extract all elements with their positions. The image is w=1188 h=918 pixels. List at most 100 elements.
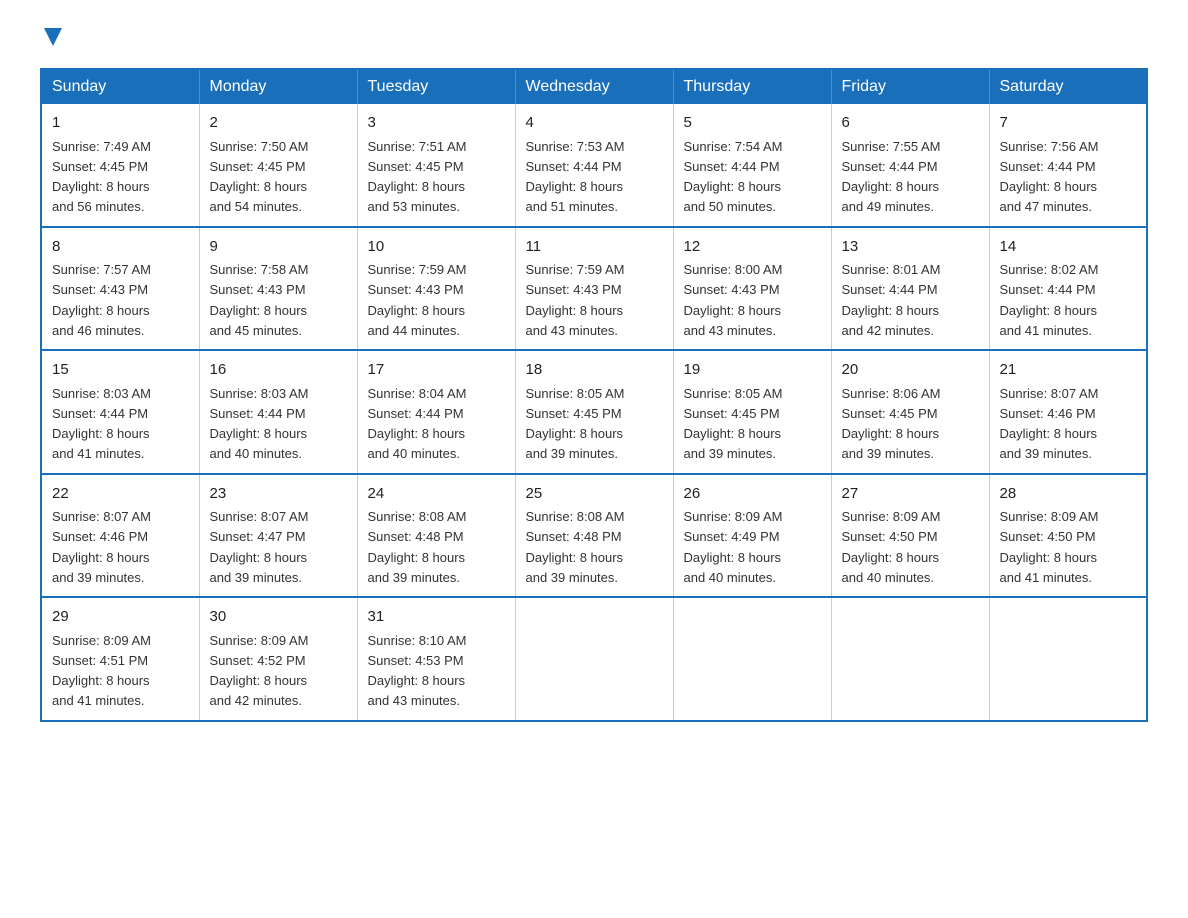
day-info: Sunrise: 8:08 AMSunset: 4:48 PMDaylight:…: [526, 509, 625, 585]
day-cell: 16 Sunrise: 8:03 AMSunset: 4:44 PMDaylig…: [199, 350, 357, 474]
calendar-header-row: SundayMondayTuesdayWednesdayThursdayFrid…: [41, 69, 1147, 104]
day-info: Sunrise: 8:03 AMSunset: 4:44 PMDaylight:…: [210, 386, 309, 462]
day-cell: 11 Sunrise: 7:59 AMSunset: 4:43 PMDaylig…: [515, 227, 673, 351]
day-cell: [515, 597, 673, 721]
day-cell: [831, 597, 989, 721]
day-cell: 24 Sunrise: 8:08 AMSunset: 4:48 PMDaylig…: [357, 474, 515, 598]
day-cell: 2 Sunrise: 7:50 AMSunset: 4:45 PMDayligh…: [199, 104, 357, 227]
day-cell: 6 Sunrise: 7:55 AMSunset: 4:44 PMDayligh…: [831, 104, 989, 227]
day-info: Sunrise: 8:09 AMSunset: 4:50 PMDaylight:…: [842, 509, 941, 585]
day-number: 6: [842, 112, 979, 135]
day-cell: 12 Sunrise: 8:00 AMSunset: 4:43 PMDaylig…: [673, 227, 831, 351]
day-number: 21: [1000, 359, 1137, 382]
day-info: Sunrise: 8:03 AMSunset: 4:44 PMDaylight:…: [52, 386, 151, 462]
header-tuesday: Tuesday: [357, 69, 515, 104]
day-number: 22: [52, 483, 189, 506]
day-cell: 17 Sunrise: 8:04 AMSunset: 4:44 PMDaylig…: [357, 350, 515, 474]
week-row-1: 1 Sunrise: 7:49 AMSunset: 4:45 PMDayligh…: [41, 104, 1147, 227]
logo: [40, 30, 64, 48]
day-info: Sunrise: 7:51 AMSunset: 4:45 PMDaylight:…: [368, 139, 467, 215]
day-cell: 22 Sunrise: 8:07 AMSunset: 4:46 PMDaylig…: [41, 474, 199, 598]
logo-arrow-icon: [42, 26, 64, 48]
day-number: 17: [368, 359, 505, 382]
day-info: Sunrise: 8:09 AMSunset: 4:49 PMDaylight:…: [684, 509, 783, 585]
day-cell: 15 Sunrise: 8:03 AMSunset: 4:44 PMDaylig…: [41, 350, 199, 474]
day-number: 28: [1000, 483, 1137, 506]
day-cell: 20 Sunrise: 8:06 AMSunset: 4:45 PMDaylig…: [831, 350, 989, 474]
day-info: Sunrise: 7:59 AMSunset: 4:43 PMDaylight:…: [368, 262, 467, 338]
day-info: Sunrise: 8:07 AMSunset: 4:46 PMDaylight:…: [52, 509, 151, 585]
day-cell: 14 Sunrise: 8:02 AMSunset: 4:44 PMDaylig…: [989, 227, 1147, 351]
day-number: 27: [842, 483, 979, 506]
day-cell: [989, 597, 1147, 721]
day-number: 29: [52, 606, 189, 629]
day-info: Sunrise: 7:54 AMSunset: 4:44 PMDaylight:…: [684, 139, 783, 215]
day-number: 12: [684, 236, 821, 259]
day-info: Sunrise: 7:49 AMSunset: 4:45 PMDaylight:…: [52, 139, 151, 215]
day-info: Sunrise: 7:59 AMSunset: 4:43 PMDaylight:…: [526, 262, 625, 338]
header-thursday: Thursday: [673, 69, 831, 104]
day-number: 16: [210, 359, 347, 382]
day-cell: 19 Sunrise: 8:05 AMSunset: 4:45 PMDaylig…: [673, 350, 831, 474]
day-cell: 10 Sunrise: 7:59 AMSunset: 4:43 PMDaylig…: [357, 227, 515, 351]
day-number: 24: [368, 483, 505, 506]
day-cell: 25 Sunrise: 8:08 AMSunset: 4:48 PMDaylig…: [515, 474, 673, 598]
day-number: 23: [210, 483, 347, 506]
day-info: Sunrise: 8:01 AMSunset: 4:44 PMDaylight:…: [842, 262, 941, 338]
day-info: Sunrise: 8:05 AMSunset: 4:45 PMDaylight:…: [526, 386, 625, 462]
day-cell: 27 Sunrise: 8:09 AMSunset: 4:50 PMDaylig…: [831, 474, 989, 598]
day-number: 19: [684, 359, 821, 382]
day-number: 7: [1000, 112, 1137, 135]
day-number: 11: [526, 236, 663, 259]
day-info: Sunrise: 7:57 AMSunset: 4:43 PMDaylight:…: [52, 262, 151, 338]
header-monday: Monday: [199, 69, 357, 104]
week-row-2: 8 Sunrise: 7:57 AMSunset: 4:43 PMDayligh…: [41, 227, 1147, 351]
day-cell: 21 Sunrise: 8:07 AMSunset: 4:46 PMDaylig…: [989, 350, 1147, 474]
header-sunday: Sunday: [41, 69, 199, 104]
day-info: Sunrise: 8:04 AMSunset: 4:44 PMDaylight:…: [368, 386, 467, 462]
day-number: 1: [52, 112, 189, 135]
day-info: Sunrise: 8:10 AMSunset: 4:53 PMDaylight:…: [368, 633, 467, 709]
day-number: 3: [368, 112, 505, 135]
day-cell: 18 Sunrise: 8:05 AMSunset: 4:45 PMDaylig…: [515, 350, 673, 474]
day-cell: 3 Sunrise: 7:51 AMSunset: 4:45 PMDayligh…: [357, 104, 515, 227]
day-cell: 26 Sunrise: 8:09 AMSunset: 4:49 PMDaylig…: [673, 474, 831, 598]
day-info: Sunrise: 7:50 AMSunset: 4:45 PMDaylight:…: [210, 139, 309, 215]
day-number: 15: [52, 359, 189, 382]
day-info: Sunrise: 8:09 AMSunset: 4:50 PMDaylight:…: [1000, 509, 1099, 585]
day-info: Sunrise: 8:06 AMSunset: 4:45 PMDaylight:…: [842, 386, 941, 462]
header-saturday: Saturday: [989, 69, 1147, 104]
day-cell: 23 Sunrise: 8:07 AMSunset: 4:47 PMDaylig…: [199, 474, 357, 598]
day-cell: [673, 597, 831, 721]
week-row-5: 29 Sunrise: 8:09 AMSunset: 4:51 PMDaylig…: [41, 597, 1147, 721]
day-info: Sunrise: 7:53 AMSunset: 4:44 PMDaylight:…: [526, 139, 625, 215]
day-number: 25: [526, 483, 663, 506]
day-number: 10: [368, 236, 505, 259]
page-header: [40, 30, 1148, 48]
day-number: 8: [52, 236, 189, 259]
day-info: Sunrise: 8:09 AMSunset: 4:52 PMDaylight:…: [210, 633, 309, 709]
day-number: 18: [526, 359, 663, 382]
day-number: 30: [210, 606, 347, 629]
day-number: 4: [526, 112, 663, 135]
day-info: Sunrise: 8:09 AMSunset: 4:51 PMDaylight:…: [52, 633, 151, 709]
day-number: 5: [684, 112, 821, 135]
day-cell: 7 Sunrise: 7:56 AMSunset: 4:44 PMDayligh…: [989, 104, 1147, 227]
day-number: 31: [368, 606, 505, 629]
day-info: Sunrise: 7:58 AMSunset: 4:43 PMDaylight:…: [210, 262, 309, 338]
day-cell: 28 Sunrise: 8:09 AMSunset: 4:50 PMDaylig…: [989, 474, 1147, 598]
day-info: Sunrise: 8:07 AMSunset: 4:46 PMDaylight:…: [1000, 386, 1099, 462]
day-info: Sunrise: 8:05 AMSunset: 4:45 PMDaylight:…: [684, 386, 783, 462]
day-cell: 5 Sunrise: 7:54 AMSunset: 4:44 PMDayligh…: [673, 104, 831, 227]
week-row-4: 22 Sunrise: 8:07 AMSunset: 4:46 PMDaylig…: [41, 474, 1147, 598]
day-info: Sunrise: 8:08 AMSunset: 4:48 PMDaylight:…: [368, 509, 467, 585]
header-wednesday: Wednesday: [515, 69, 673, 104]
day-number: 14: [1000, 236, 1137, 259]
day-number: 26: [684, 483, 821, 506]
day-info: Sunrise: 8:00 AMSunset: 4:43 PMDaylight:…: [684, 262, 783, 338]
day-cell: 9 Sunrise: 7:58 AMSunset: 4:43 PMDayligh…: [199, 227, 357, 351]
day-info: Sunrise: 8:02 AMSunset: 4:44 PMDaylight:…: [1000, 262, 1099, 338]
day-number: 13: [842, 236, 979, 259]
day-cell: 4 Sunrise: 7:53 AMSunset: 4:44 PMDayligh…: [515, 104, 673, 227]
day-cell: 29 Sunrise: 8:09 AMSunset: 4:51 PMDaylig…: [41, 597, 199, 721]
